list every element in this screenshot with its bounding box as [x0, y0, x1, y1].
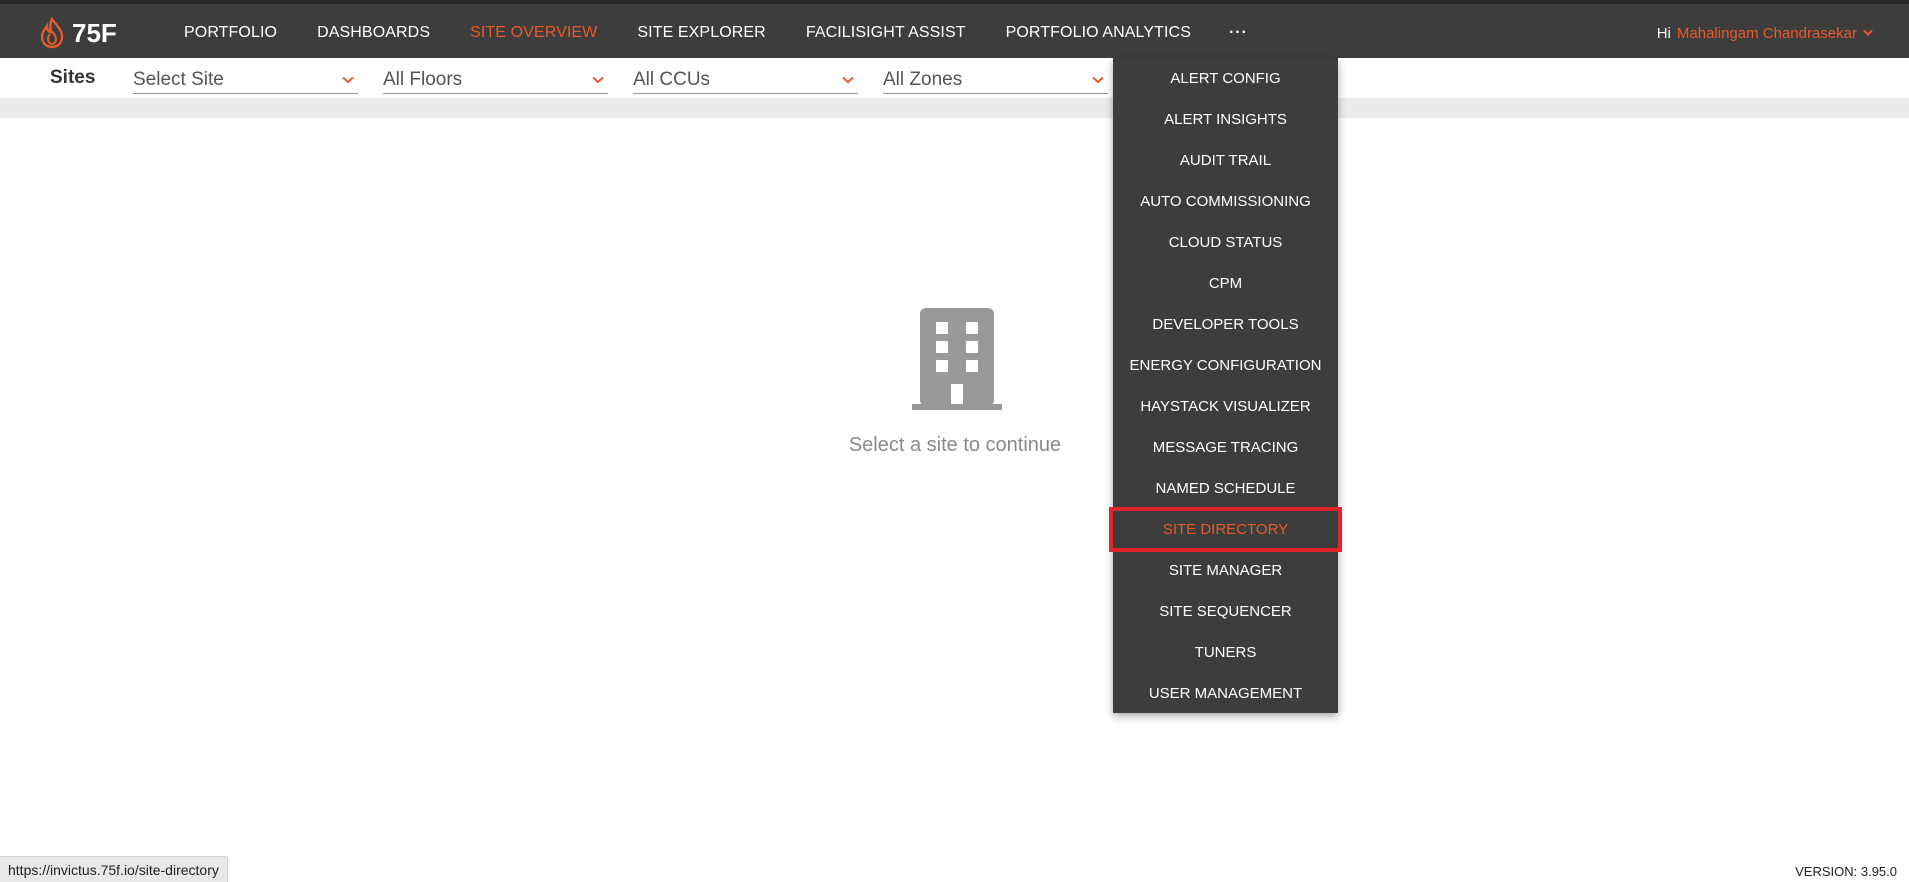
menu-item-haystack-visualizer[interactable]: HAYSTACK VISUALIZER — [1113, 386, 1338, 427]
menu-item-site-manager[interactable]: SITE MANAGER — [1113, 550, 1338, 591]
user-name[interactable]: Mahalingam Chandrasekar — [1677, 25, 1857, 42]
more-dropdown-menu: ALERT CONFIG ALERT INSIGHTS AUDIT TRAIL … — [1109, 58, 1342, 714]
nav-portfolio-analytics[interactable]: PORTFOLIO ANALYTICS — [986, 4, 1211, 62]
flame-logo-icon — [40, 17, 64, 49]
menu-item-cloud-status[interactable]: CLOUD STATUS — [1113, 222, 1338, 263]
empty-state-message: Select a site to continue — [848, 434, 1062, 456]
brand-logo[interactable]: 75F — [38, 16, 117, 50]
menu-item-alert-config[interactable]: ALERT CONFIG — [1113, 58, 1338, 99]
filter-divider — [0, 98, 1909, 118]
version-label: VERSION: 3.95.0 — [1795, 864, 1897, 879]
sites-label: Sites — [50, 67, 96, 88]
nav-site-explorer[interactable]: SITE EXPLORER — [617, 4, 785, 62]
chevron-down-icon — [342, 76, 354, 83]
chevron-down-icon — [842, 76, 854, 83]
nav-dashboards[interactable]: DASHBOARDS — [297, 4, 450, 62]
building-icon — [912, 308, 1002, 410]
menu-item-site-directory[interactable]: SITE DIRECTORY — [1109, 507, 1342, 552]
main-nav: PORTFOLIO DASHBOARDS SITE OVERVIEW SITE … — [164, 4, 1266, 62]
chevron-down-icon[interactable] — [1863, 29, 1873, 37]
nav-portfolio[interactable]: PORTFOLIO — [164, 4, 297, 62]
site-select-value: Select Site — [133, 68, 224, 90]
user-menu[interactable]: Hi Mahalingam Chandrasekar — [1657, 4, 1873, 62]
zone-select-value: All Zones — [883, 68, 963, 90]
ccu-select-value: All CCUs — [633, 68, 711, 90]
menu-item-alert-insights[interactable]: ALERT INSIGHTS — [1113, 99, 1338, 140]
nav-site-overview[interactable]: SITE OVERVIEW — [450, 4, 618, 62]
floor-select-value: All Floors — [383, 68, 463, 90]
menu-item-energy-configuration[interactable]: ENERGY CONFIGURATION — [1113, 345, 1338, 386]
more-menu-button[interactable]: ··· — [1211, 4, 1266, 62]
menu-item-message-tracing[interactable]: MESSAGE TRACING — [1113, 427, 1338, 468]
menu-item-site-sequencer[interactable]: SITE SEQUENCER — [1113, 591, 1338, 632]
browser-status-url: https://invictus.75f.io/site-directory — [0, 856, 228, 882]
menu-item-audit-trail[interactable]: AUDIT TRAIL — [1113, 140, 1338, 181]
menu-item-developer-tools[interactable]: DEVELOPER TOOLS — [1113, 304, 1338, 345]
zone-select[interactable]: All Zones — [883, 66, 1108, 94]
menu-item-named-schedule[interactable]: NAMED SCHEDULE — [1113, 468, 1338, 509]
logo-text: 75F — [72, 17, 117, 48]
menu-item-auto-commissioning[interactable]: AUTO COMMISSIONING — [1113, 181, 1338, 222]
nav-facilisight-assist[interactable]: FACILISIGHT ASSIST — [786, 4, 986, 62]
chevron-down-icon — [592, 76, 604, 83]
ccu-select[interactable]: All CCUs — [633, 66, 858, 94]
user-greeting: Hi — [1656, 24, 1671, 42]
filter-bar: Sites Select Site All Floors All CCUs Al… — [0, 58, 1909, 98]
menu-item-tuners[interactable]: TUNERS — [1113, 632, 1338, 673]
floor-select[interactable]: All Floors — [383, 66, 608, 94]
chevron-down-icon — [1092, 76, 1104, 83]
menu-item-cpm[interactable]: CPM — [1113, 263, 1338, 304]
site-select[interactable]: Select Site — [133, 66, 358, 94]
menu-item-user-management[interactable]: USER MANAGEMENT — [1113, 673, 1338, 714]
top-navigation-bar: 75F PORTFOLIO DASHBOARDS SITE OVERVIEW S… — [0, 0, 1909, 62]
